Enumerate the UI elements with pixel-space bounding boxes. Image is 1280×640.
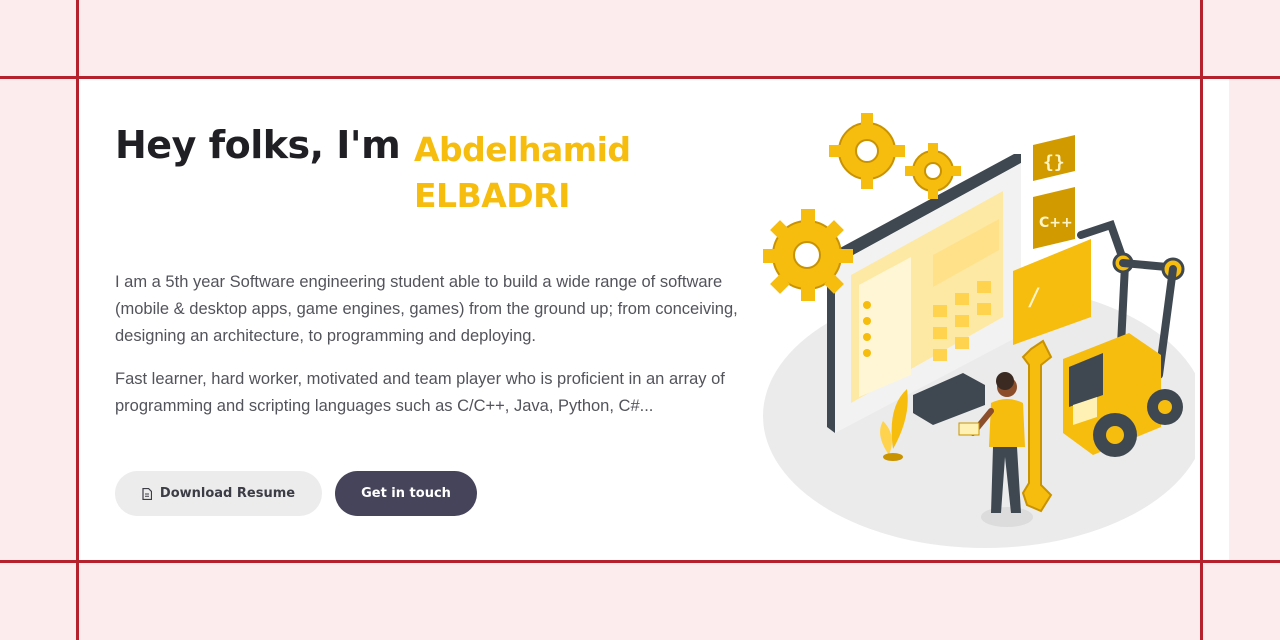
gear-icon-top bbox=[829, 113, 905, 189]
code-card-slash: / bbox=[1027, 283, 1041, 311]
developer-illustration: {} C++ / bbox=[763, 113, 1195, 548]
hero-paragraph-skills: Fast learner, hard worker, motivated and… bbox=[115, 370, 725, 415]
code-cards: {} C++ / bbox=[1013, 135, 1091, 345]
hero-greeting: Hey folks, I'm bbox=[115, 123, 401, 167]
hero-paragraph-intro: I am a 5th year Software engineering stu… bbox=[115, 273, 738, 345]
gear-icon bbox=[763, 209, 853, 301]
code-card-braces: {} bbox=[1043, 152, 1065, 173]
file-icon bbox=[142, 487, 152, 500]
code-card-cpp: C++ bbox=[1039, 215, 1073, 231]
download-resume-label: Download Resume bbox=[159, 486, 296, 501]
hero-section: Hey folks, I'm Abdelhamid ELBADRI I am a… bbox=[79, 79, 1200, 560]
get-in-touch-label: Get in touch bbox=[361, 486, 451, 501]
guide-line-bottom bbox=[0, 560, 1280, 563]
hero-name: Abdelhamid ELBADRI bbox=[414, 130, 631, 215]
get-in-touch-button[interactable]: Get in touch bbox=[335, 471, 477, 516]
scroll-strip bbox=[1203, 79, 1229, 560]
download-resume-button[interactable]: Download Resume bbox=[115, 471, 322, 516]
